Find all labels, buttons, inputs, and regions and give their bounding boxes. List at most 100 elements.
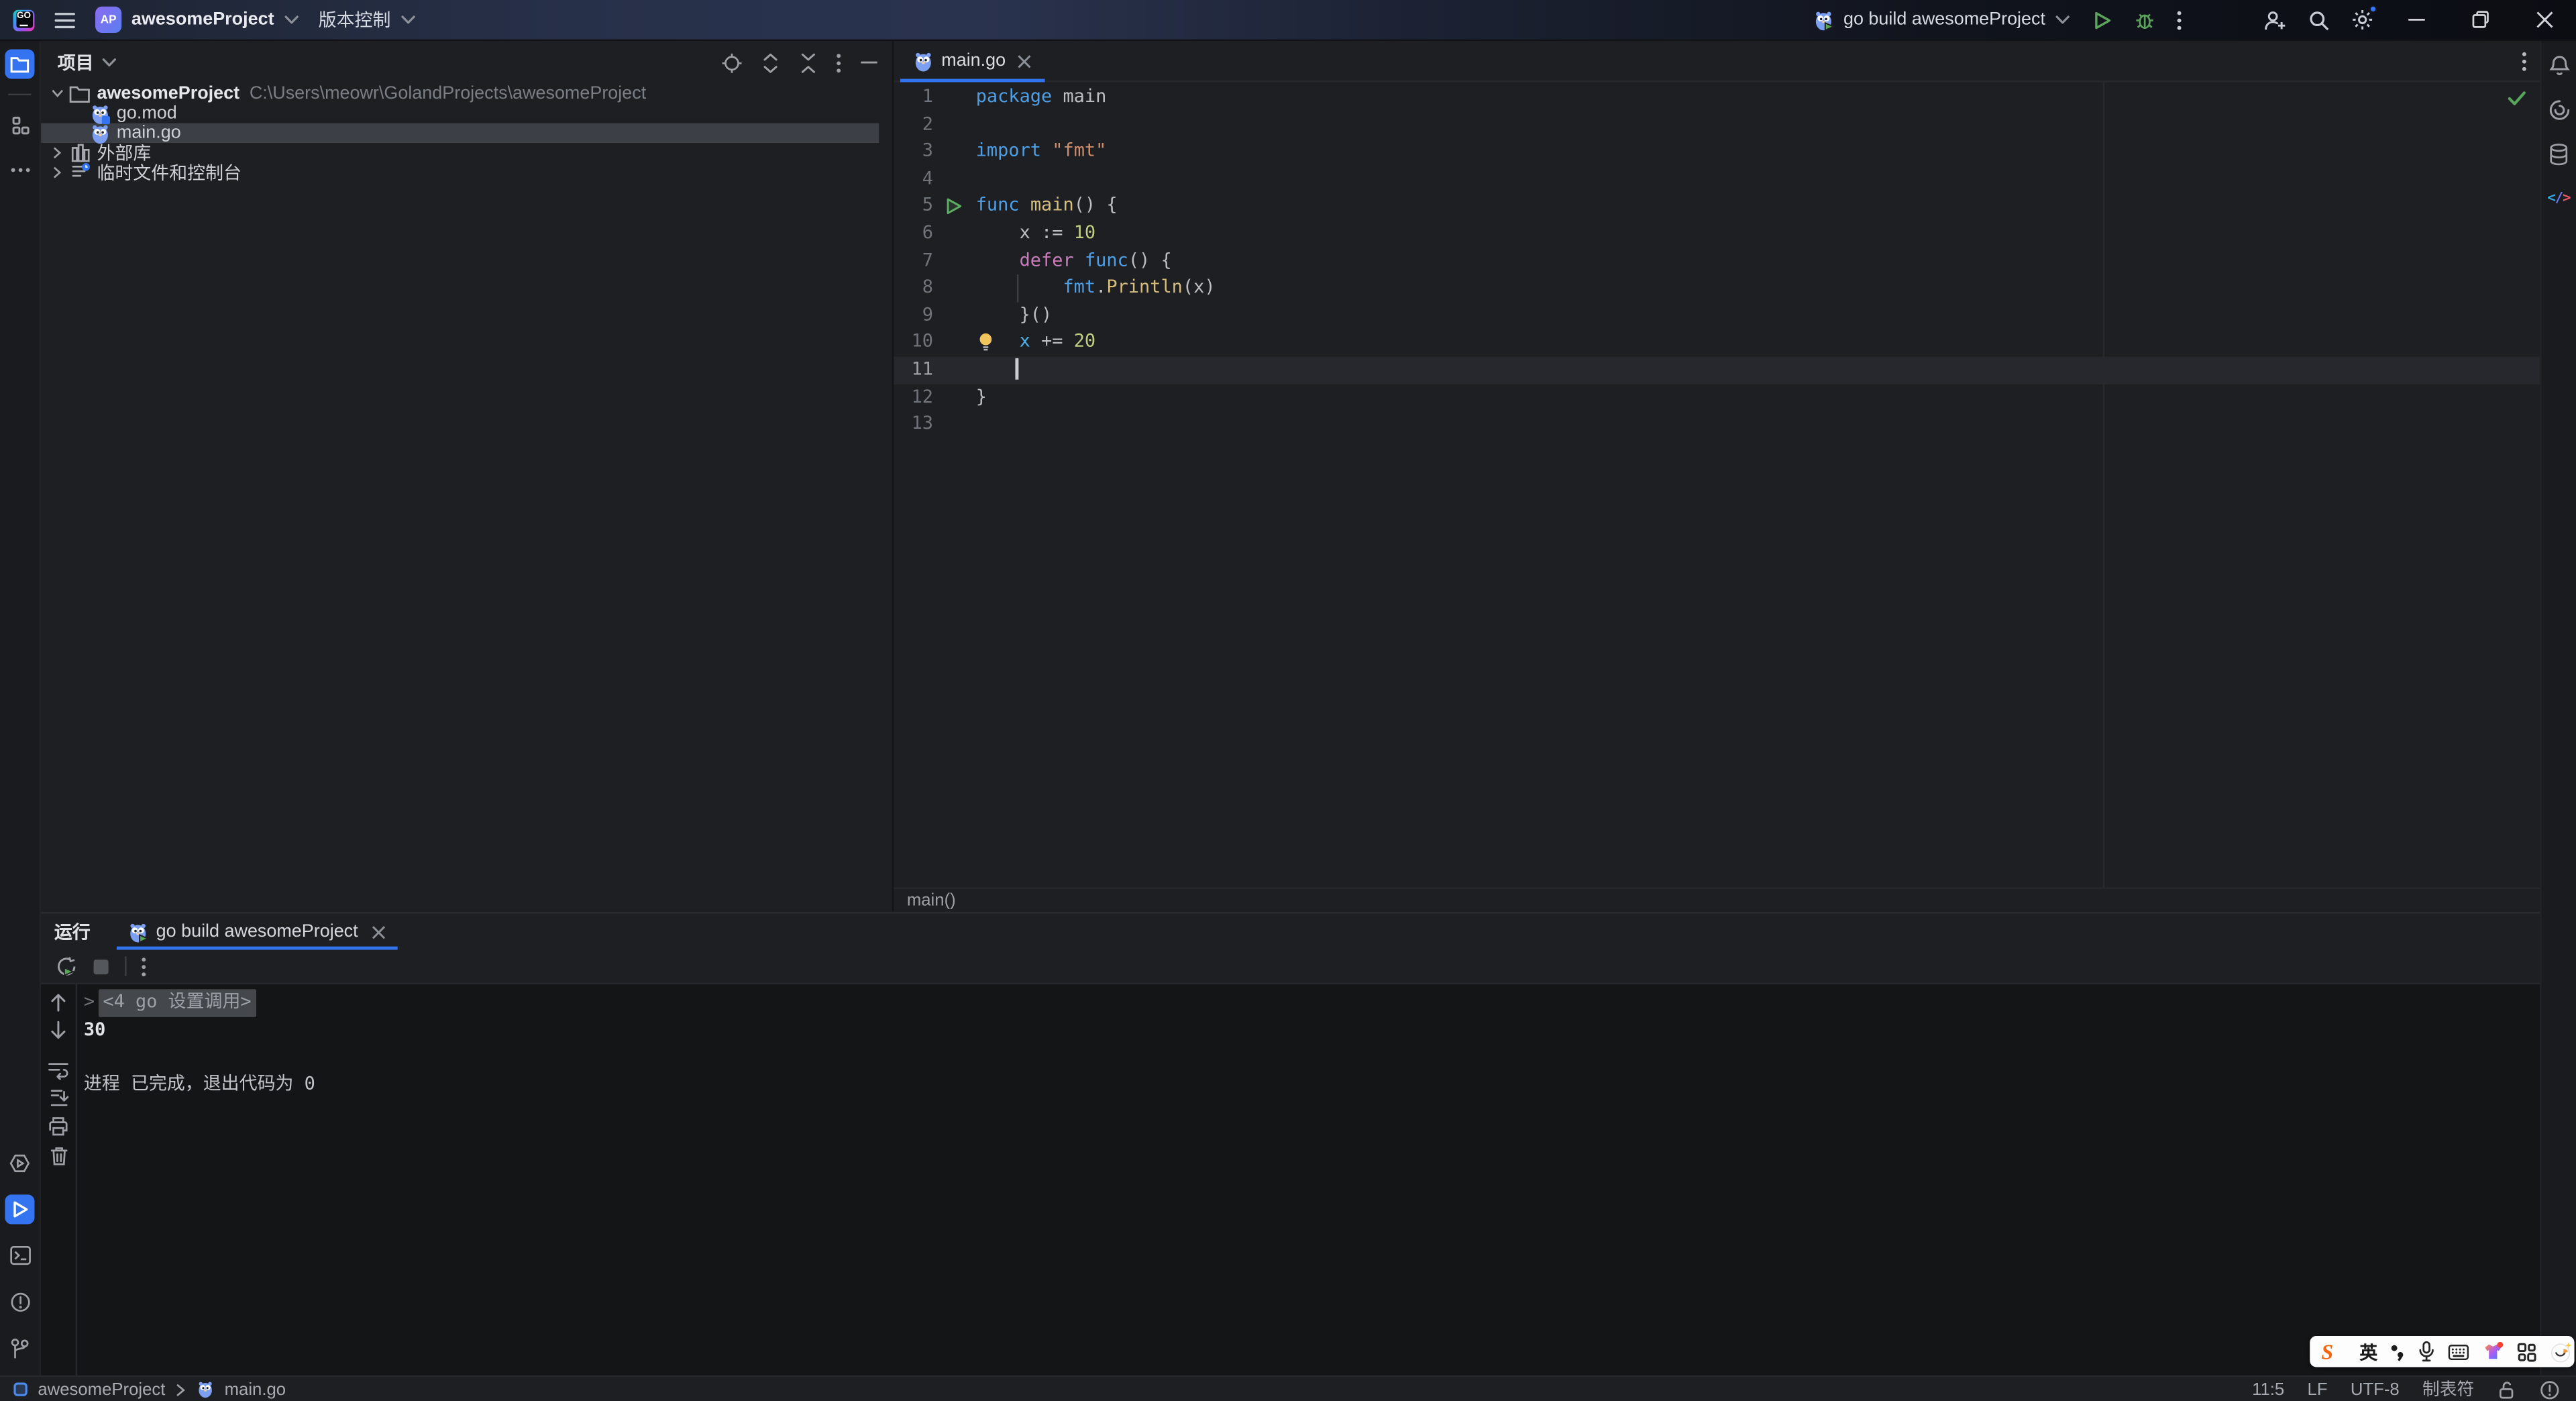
editor-tab-options-icon[interactable] [2522, 50, 2526, 72]
line-number[interactable]: 3 [894, 138, 933, 166]
voice-input-icon[interactable] [2418, 1341, 2434, 1362]
minimize-button[interactable] [2396, 0, 2438, 40]
tree-item-main.go[interactable]: main.go [41, 123, 892, 144]
indent-widget[interactable]: 制表符 [2422, 1377, 2474, 1401]
expand-fold-icon[interactable]: > [84, 989, 95, 1017]
code-line-12[interactable]: 12} [894, 384, 2540, 411]
code-line-10[interactable]: 10 x += 20 [894, 329, 2540, 357]
ai-assistant-icon[interactable] [2544, 95, 2573, 125]
code-with-me-icon[interactable] [2264, 9, 2287, 30]
chevron-right-icon[interactable] [48, 146, 67, 160]
inspections-status-icon[interactable] [2507, 91, 2526, 107]
line-number[interactable]: 7 [894, 248, 933, 275]
code-line-3[interactable]: 3 import "fmt" [894, 138, 2540, 166]
run-line-icon[interactable] [933, 193, 973, 220]
print-icon[interactable] [48, 1116, 69, 1137]
services-tool-button[interactable] [5, 1149, 34, 1178]
line-number[interactable]: 2 [894, 111, 933, 139]
ime-language-toggle[interactable]: 英 [2359, 1339, 2377, 1365]
code-line-4[interactable]: 4 [894, 166, 2540, 193]
collapse-all-icon[interactable] [798, 52, 818, 73]
editor[interactable]: 1 package main 2 3 import "fmt" 4 5 func main()… [894, 82, 2540, 888]
stop-button[interactable] [92, 957, 110, 976]
scroll-to-end-icon[interactable] [48, 1088, 68, 1107]
code-line-5[interactable]: 5 func main() { [894, 193, 2540, 220]
code-line-9[interactable]: 9 }() [894, 302, 2540, 329]
error-notifications-icon[interactable] [2540, 1380, 2559, 1399]
tree-item-awesomeProject[interactable]: awesomeProject C:\Users\meowr\GolandProje… [41, 84, 892, 103]
run-button[interactable] [2092, 9, 2113, 30]
chevron-right-icon[interactable] [48, 166, 67, 179]
intention-bulb-icon[interactable] [977, 333, 994, 352]
search-everywhere-icon[interactable] [2308, 9, 2330, 30]
expand-all-icon[interactable] [761, 52, 780, 73]
hide-panel-icon[interactable] [859, 52, 879, 72]
database-icon[interactable] [2544, 140, 2573, 169]
code-line-7[interactable]: 7 defer func() { [894, 248, 2540, 275]
code-line-6[interactable]: 6 x := 10 [894, 220, 2540, 248]
line-number[interactable]: 1 [894, 84, 933, 111]
close-run-tab-icon[interactable] [371, 925, 386, 939]
vcs-widget[interactable]: 版本控制 [319, 7, 415, 33]
run-tab[interactable]: go build awesomeProject [116, 914, 398, 950]
line-number[interactable]: 9 [894, 302, 933, 329]
code-line-13[interactable]: 13 [894, 411, 2540, 439]
console-options-icon[interactable] [142, 955, 146, 977]
project-switcher[interactable]: AP awesomeProject [95, 6, 299, 33]
caret-position-widget[interactable]: 11:5 [2252, 1380, 2284, 1399]
breadcrumb-item[interactable]: main() [907, 890, 956, 910]
tree-item-go.mod[interactable]: go.mod [41, 103, 892, 123]
more-actions-icon[interactable] [2177, 9, 2182, 30]
panel-options-icon[interactable] [837, 52, 841, 73]
structure-tool-button[interactable] [5, 110, 34, 140]
ime-emoji-icon[interactable] [2550, 1340, 2573, 1363]
endpoints-icon[interactable]: < / > [2544, 184, 2573, 213]
console-line[interactable]: > <4 go 设置调用> [84, 989, 2540, 1017]
ime-skin-icon[interactable] [2483, 1341, 2504, 1362]
line-separator-widget[interactable]: LF [2308, 1380, 2328, 1399]
tree-item-临时文件和控制台[interactable]: 临时文件和控制台 [41, 162, 892, 184]
code-line-11[interactable]: 11 [894, 356, 2540, 384]
run-config-selector[interactable]: go build awesomeProject [1814, 9, 2070, 31]
run-tool-button[interactable] [5, 1194, 35, 1225]
more-tool-windows-button[interactable] [5, 154, 34, 184]
folded-command[interactable]: <4 go 设置调用> [98, 989, 257, 1017]
line-number[interactable]: 13 [894, 411, 933, 439]
run-panel-title[interactable]: 运行 [54, 919, 91, 945]
code-line-1[interactable]: 1 package main [894, 84, 2540, 111]
line-number[interactable]: 12 [894, 384, 933, 411]
line-number[interactable]: 10 [894, 329, 933, 357]
status-file[interactable]: main.go [225, 1380, 286, 1399]
soft-wrap-icon[interactable] [48, 1060, 69, 1080]
version-control-tool-button[interactable] [5, 1333, 34, 1362]
chevron-down-icon[interactable] [48, 89, 67, 99]
close-button[interactable] [2524, 0, 2567, 40]
status-module[interactable]: awesomeProject [38, 1380, 165, 1399]
debug-button[interactable] [2134, 9, 2155, 30]
line-number[interactable]: 4 [894, 166, 933, 193]
line-number[interactable]: 8 [894, 274, 933, 302]
ime-toolbox-icon[interactable] [2517, 1342, 2537, 1361]
select-opened-file-icon[interactable] [721, 52, 743, 73]
rerun-button[interactable] [56, 955, 77, 977]
notifications-icon[interactable] [2544, 51, 2573, 81]
restore-button[interactable] [2459, 0, 2502, 40]
sogou-logo-icon[interactable]: S [2321, 1341, 2333, 1362]
settings-icon[interactable] [2351, 5, 2377, 31]
breadcrumb[interactable]: main() [894, 887, 2540, 913]
project-panel-title[interactable]: 项目 [58, 49, 117, 75]
project-tool-button[interactable] [5, 49, 35, 79]
code-line-8[interactable]: 8 fmt.Println(x) [894, 274, 2540, 302]
line-number[interactable]: 5 [894, 193, 933, 220]
code-line-2[interactable]: 2 [894, 111, 2540, 139]
main-menu-icon[interactable] [54, 11, 76, 29]
readonly-toggle-icon[interactable] [2497, 1380, 2516, 1399]
close-tab-icon[interactable] [1017, 54, 1032, 68]
problems-tool-button[interactable] [5, 1287, 34, 1316]
line-number[interactable]: 6 [894, 220, 933, 248]
prev-occurrence-icon[interactable] [49, 992, 67, 1012]
tab-main-go[interactable]: main.go [900, 41, 1046, 83]
virtual-keyboard-icon[interactable] [2449, 1343, 2470, 1359]
console-output[interactable]: > <4 go 设置调用> 30 进程 已完成，退出代码为 0 [77, 984, 2540, 1376]
line-number[interactable]: 11 [894, 356, 933, 384]
